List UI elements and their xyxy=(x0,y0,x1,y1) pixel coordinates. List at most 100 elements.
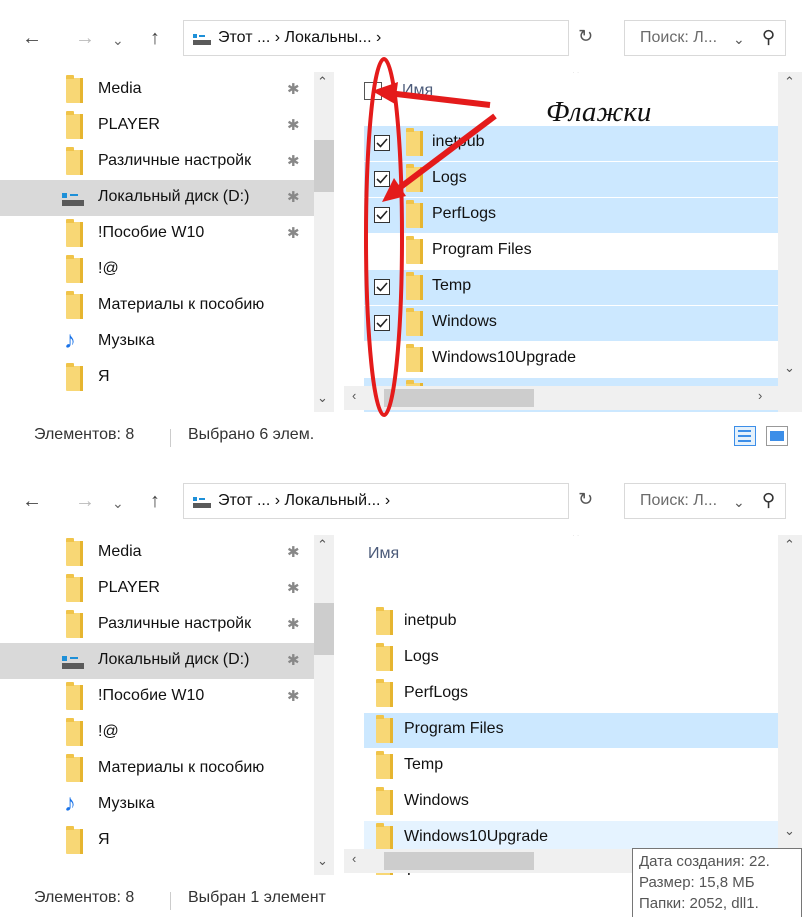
pin-icon[interactable]: ✱ xyxy=(287,224,300,242)
tooltip-line: Размер: 15,8 МБ xyxy=(639,874,755,891)
file-row[interactable]: Temp xyxy=(364,749,778,784)
pin-icon[interactable]: ✱ xyxy=(287,687,300,705)
sidebar-item[interactable]: !Пособие W10 ✱ xyxy=(0,679,314,715)
search-input[interactable]: Поиск: Л... ⚲ xyxy=(624,483,786,519)
sidebar-item[interactable]: Материалы к пособию xyxy=(0,288,314,324)
scroll-up-icon[interactable]: ⌃ xyxy=(784,537,795,553)
sidebar-item[interactable]: Media ✱ xyxy=(0,72,314,108)
scroll-up-icon[interactable]: ⌃ xyxy=(317,74,328,90)
breadcrumb-path[interactable]: Этот ... › Локальны... › xyxy=(218,29,381,47)
file-row[interactable]: Program Files xyxy=(364,234,778,269)
file-row[interactable]: PerfLogs xyxy=(364,198,778,233)
nav-scroll-thumb[interactable] xyxy=(314,603,334,655)
folder-icon xyxy=(66,826,83,854)
file-row[interactable]: inetpub xyxy=(364,126,778,161)
file-row[interactable]: Windows xyxy=(364,306,778,341)
sidebar-item[interactable]: Я xyxy=(0,360,314,396)
pin-icon[interactable]: ✱ xyxy=(287,116,300,134)
scroll-up-icon[interactable]: ⌃ xyxy=(317,537,328,553)
sidebar-item[interactable]: Различные настройк ✱ xyxy=(0,607,314,643)
refresh-icon[interactable]: ↻ xyxy=(578,489,593,510)
sidebar-item[interactable]: Я xyxy=(0,823,314,859)
sidebar-item[interactable]: !@ xyxy=(0,252,314,288)
scroll-right-icon[interactable]: › xyxy=(758,388,762,403)
back-arrow-icon[interactable]: ← xyxy=(22,489,42,513)
folder-icon xyxy=(66,682,83,710)
pin-icon[interactable]: ✱ xyxy=(287,152,300,170)
folder-icon xyxy=(406,164,423,192)
file-row[interactable]: PerfLogs xyxy=(364,677,778,712)
sidebar-item[interactable]: !Пособие W10 ✱ xyxy=(0,216,314,252)
sidebar-item[interactable]: Различные настройк ✱ xyxy=(0,144,314,180)
sidebar-item-label: !@ xyxy=(98,723,119,740)
row-checkbox[interactable] xyxy=(374,171,390,187)
vertical-scrollbar[interactable]: ⌃ ⌄ xyxy=(778,72,802,412)
pin-icon[interactable]: ✱ xyxy=(287,615,300,633)
pin-icon[interactable]: ✱ xyxy=(287,80,300,98)
item-count: Элементов: 8 xyxy=(34,889,135,906)
up-arrow-icon[interactable]: ↑ xyxy=(150,26,160,50)
sidebar-item[interactable]: Media ✱ xyxy=(0,535,314,571)
column-header-name[interactable]: Имя xyxy=(368,545,399,563)
pin-icon[interactable]: ✱ xyxy=(287,651,300,669)
file-row[interactable]: Temp xyxy=(364,270,778,305)
vertical-scrollbar[interactable]: ⌃ ⌄ xyxy=(778,535,802,875)
row-checkbox[interactable] xyxy=(374,315,390,331)
file-row[interactable]: Windows xyxy=(364,785,778,820)
sidebar-item-label: Различные настройк xyxy=(98,152,252,169)
nav-scrollbar[interactable]: ⌃ ⌄ xyxy=(314,535,334,875)
file-row[interactable]: Logs xyxy=(364,641,778,676)
pin-icon[interactable]: ✱ xyxy=(287,579,300,597)
status-divider xyxy=(170,892,171,910)
scroll-up-icon[interactable]: ⌃ xyxy=(784,74,795,90)
breadcrumb-path[interactable]: Этот ... › Локальный... › xyxy=(218,492,390,510)
file-row[interactable]: inetpub xyxy=(364,605,778,640)
pin-icon[interactable]: ✱ xyxy=(287,188,300,206)
file-row[interactable]: Windows10Upgrade xyxy=(364,342,778,377)
forward-arrow-icon[interactable]: → xyxy=(75,489,95,513)
breadcrumb[interactable]: Этот ... › Локальны... › ⌄ xyxy=(183,20,745,56)
forward-arrow-icon[interactable]: → xyxy=(75,26,95,50)
horizontal-scrollbar[interactable]: ‹ › xyxy=(344,386,778,410)
details-view-icon[interactable] xyxy=(734,426,756,446)
sidebar-item[interactable]: Локальный диск (D:) ✱ xyxy=(0,643,314,679)
row-checkbox[interactable] xyxy=(374,207,390,223)
search-icon[interactable]: ⚲ xyxy=(762,27,775,48)
up-arrow-icon[interactable]: ↑ xyxy=(150,489,160,513)
search-input[interactable]: Поиск: Л... ⚲ xyxy=(624,20,786,56)
sidebar-item[interactable]: Локальный диск (D:) ✱ xyxy=(0,180,314,216)
nav-scrollbar[interactable]: ⌃ ⌄ xyxy=(314,72,334,412)
select-all-checkbox[interactable] xyxy=(364,82,382,100)
sidebar-item[interactable]: !@ xyxy=(0,715,314,751)
back-arrow-icon[interactable]: ← xyxy=(22,26,42,50)
row-checkbox[interactable] xyxy=(374,135,390,151)
horizontal-scroll-thumb[interactable] xyxy=(384,389,534,407)
sidebar-item[interactable]: PLAYER ✱ xyxy=(0,108,314,144)
scroll-down-icon[interactable]: ⌄ xyxy=(317,390,328,406)
horizontal-scroll-thumb[interactable] xyxy=(384,852,534,870)
pin-icon[interactable]: ✱ xyxy=(287,543,300,561)
breadcrumb[interactable]: Этот ... › Локальный... › ⌄ xyxy=(183,483,745,519)
column-header-name[interactable]: Имя xyxy=(402,82,433,100)
sidebar-item[interactable]: PLAYER ✱ xyxy=(0,571,314,607)
sidebar-item[interactable]: Материалы к пособию xyxy=(0,751,314,787)
row-checkbox[interactable] xyxy=(374,279,390,295)
file-row[interactable]: Logs xyxy=(364,162,778,197)
recent-locations-chevron-icon[interactable]: ⌄ xyxy=(112,28,124,52)
folder-icon xyxy=(406,272,423,300)
nav-scroll-thumb[interactable] xyxy=(314,140,334,192)
folder-icon xyxy=(66,75,83,103)
scroll-down-icon[interactable]: ⌄ xyxy=(784,360,795,376)
scroll-down-icon[interactable]: ⌄ xyxy=(784,823,795,839)
scroll-left-icon[interactable]: ‹ xyxy=(352,851,356,866)
refresh-icon[interactable]: ↻ xyxy=(578,26,593,47)
file-row[interactable]: Program Files xyxy=(364,713,778,748)
scroll-left-icon[interactable]: ‹ xyxy=(352,388,356,403)
scroll-down-icon[interactable]: ⌄ xyxy=(317,853,328,869)
sidebar-item[interactable]: ♪ Музыка xyxy=(0,324,314,360)
large-icons-view-icon[interactable] xyxy=(766,426,788,446)
recent-locations-chevron-icon[interactable]: ⌄ xyxy=(112,491,124,515)
search-icon[interactable]: ⚲ xyxy=(762,490,775,511)
folder-icon xyxy=(66,147,83,175)
sidebar-item[interactable]: ♪ Музыка xyxy=(0,787,314,823)
